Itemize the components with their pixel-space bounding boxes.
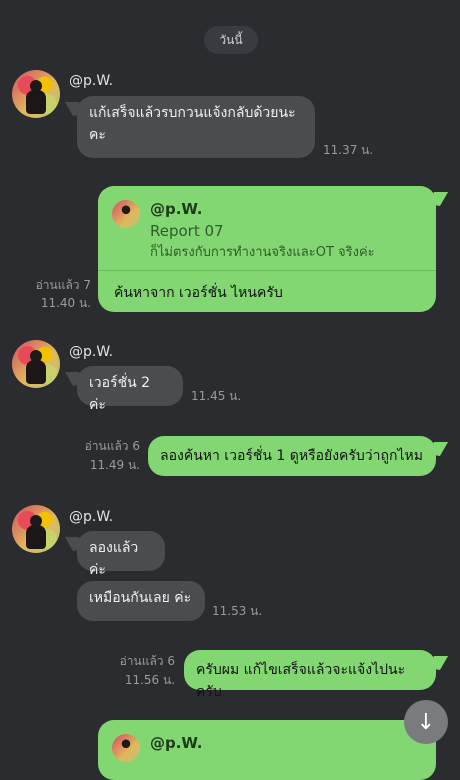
read-status: อ่านแล้ว 6 <box>119 654 175 668</box>
message-time: 11.45 น. <box>191 389 242 403</box>
sender-avatar[interactable] <box>12 340 60 388</box>
message-text: ลองค้นหา เวอร์ชั่น 1 ดูหรือยังครับว่าถูก… <box>160 448 423 464</box>
sender-name: @p.W. <box>69 344 114 360</box>
reply-avatar <box>112 734 140 762</box>
incoming-message-bubble[interactable]: เหมือนกันเลย ค่ะ <box>77 581 205 621</box>
date-separator: วันนี้ <box>204 26 258 54</box>
message-text: เวอร์ชั่น 2 ค่ะ <box>89 375 151 413</box>
sender-avatar[interactable] <box>12 505 60 553</box>
incoming-message-bubble[interactable]: แก้เสร็จแล้วรบกวนแจ้งกลับด้วยนะคะ <box>77 96 315 158</box>
outgoing-message-bubble[interactable]: ครับผม แก้ไขเสร็จแล้วจะแจ้งไปนะครับ <box>184 650 436 700</box>
message-time: 11.40 น. <box>40 296 91 310</box>
message-text: ครับผม แก้ไขเสร็จแล้วจะแจ้งไปนะครับ <box>196 662 406 700</box>
message-time: 11.53 น. <box>212 604 263 618</box>
message-text: ค้นหาจาก เวอร์ชั่น ไหนครับ <box>114 285 283 301</box>
message-time: 11.56 น. <box>124 673 175 687</box>
outgoing-message-bubble[interactable]: ลองค้นหา เวอร์ชั่น 1 ดูหรือยังครับว่าถูก… <box>148 436 436 476</box>
read-status: อ่านแล้ว 7 <box>35 278 91 292</box>
sender-name: @p.W. <box>69 509 114 525</box>
sender-avatar[interactable] <box>12 70 60 118</box>
message-time: 11.49 น. <box>89 458 140 472</box>
read-status: อ่านแล้ว 6 <box>84 439 140 453</box>
outgoing-reply-bubble[interactable]: @p.W. <box>98 720 436 780</box>
sender-name: @p.W. <box>69 73 114 89</box>
reply-quoted-title: Report 07 <box>150 222 224 240</box>
scroll-to-bottom-button[interactable]: ↓ <box>404 700 448 744</box>
message-text: เหมือนกันเลย ค่ะ <box>89 590 192 606</box>
reply-avatar <box>112 200 140 228</box>
reply-sender-name: @p.W. <box>150 734 203 752</box>
reply-quoted-excerpt: ก็ไม่ตรงกับการทำงานจริงและOT จริงค่ะ <box>150 245 375 260</box>
incoming-message-bubble[interactable]: เวอร์ชั่น 2 ค่ะ <box>77 366 183 413</box>
message-time: 11.37 น. <box>323 143 374 157</box>
arrow-down-icon: ↓ <box>416 709 436 735</box>
outgoing-reply-bubble[interactable]: @p.W. Report 07 ก็ไม่ตรงกับการทำงานจริงแ… <box>98 186 436 312</box>
incoming-message-bubble[interactable]: ลองแล้วค่ะ <box>77 531 165 578</box>
message-text: แก้เสร็จแล้วรบกวนแจ้งกลับด้วยนะคะ <box>89 105 296 143</box>
reply-sender-name: @p.W. <box>150 200 203 218</box>
reply-divider <box>98 270 436 271</box>
message-text: ลองแล้วค่ะ <box>89 540 139 578</box>
